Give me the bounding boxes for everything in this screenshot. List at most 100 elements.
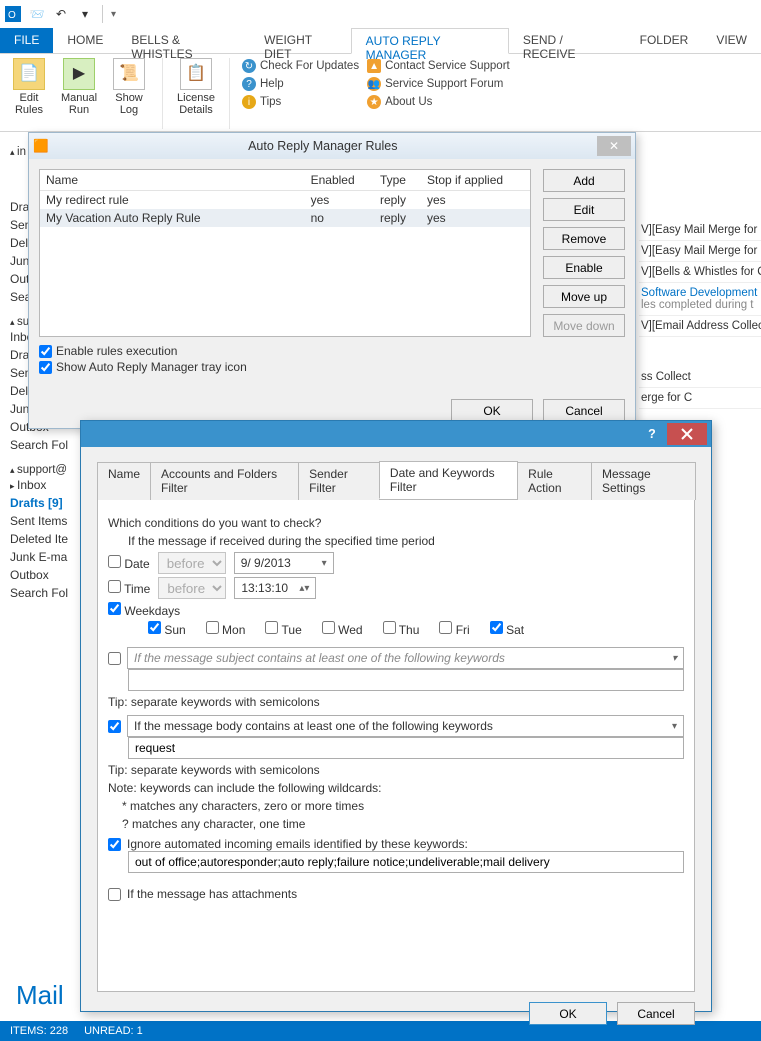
manual-run-button[interactable]: ▶Manual Run — [56, 58, 102, 116]
tab-send-receive[interactable]: SEND / RECEIVE — [509, 28, 626, 53]
date-picker[interactable]: 9/ 9/2013▾ — [234, 552, 334, 574]
tab-accounts[interactable]: Accounts and Folders Filter — [150, 462, 299, 500]
show-log-button[interactable]: 📜Show Log — [106, 58, 152, 116]
rules-dialog-icon: 🟧 — [33, 139, 49, 154]
customize-qat-icon[interactable]: ▾ — [76, 5, 94, 23]
check-updates-link[interactable]: ↻Check For Updates — [240, 58, 361, 74]
folder-search-2[interactable]: Search Fol — [10, 436, 80, 454]
send-receive-icon[interactable]: 📨 — [28, 5, 46, 23]
day-mon[interactable]: Mon — [206, 621, 246, 637]
show-tray-checkbox[interactable]: Show Auto Reply Manager tray icon — [29, 359, 635, 375]
wildcard-1: * matches any characters, zero or more t… — [122, 799, 684, 813]
tab-weight[interactable]: WEIGHT DIET — [250, 28, 351, 53]
tab-auto-reply[interactable]: AUTO REPLY MANAGER — [351, 28, 509, 54]
forum-link[interactable]: 👥Service Support Forum — [365, 76, 512, 92]
license-icon: 📋 — [180, 58, 212, 90]
subject-kw-input[interactable] — [128, 669, 684, 691]
enable-button[interactable]: Enable — [543, 256, 625, 279]
wildcard-2: ? matches any character, one time — [122, 817, 684, 831]
subject-kw-combo[interactable]: If the message subject contains at least… — [127, 647, 684, 669]
folder-outbox-3[interactable]: Outbox — [10, 566, 80, 584]
weekdays-checkbox[interactable]: Weekdays — [108, 602, 180, 618]
edit-rules-button[interactable]: 📄Edit Rules — [6, 58, 52, 116]
filter-tabs: Name Accounts and Folders Filter Sender … — [97, 461, 695, 500]
folder-drafts-3[interactable]: Drafts [9] — [10, 494, 80, 512]
table-row[interactable]: My Vacation Auto Reply Rulenoreplyyes — [40, 209, 530, 227]
forum-icon: 👥 — [367, 77, 381, 91]
rules-dialog: 🟧 Auto Reply Manager Rules ✕ Name Enable… — [28, 132, 636, 429]
add-button[interactable]: Add — [543, 169, 625, 192]
folder-group-support[interactable]: support@ — [10, 464, 80, 476]
ignore-auto-checkbox[interactable] — [108, 838, 121, 851]
day-fri[interactable]: Fri — [439, 621, 469, 637]
folder-search-3[interactable]: Search Fol — [10, 584, 80, 602]
quick-access-bar: O 📨 ↶ ▾ ▾ — [0, 0, 761, 28]
col-stop[interactable]: Stop if applied — [421, 170, 530, 191]
msg-row[interactable]: ss Collect — [639, 367, 761, 388]
tab-date-keywords[interactable]: Date and Keywords Filter — [379, 461, 518, 499]
undo-icon[interactable]: ↶ — [52, 5, 70, 23]
ignore-auto-input[interactable] — [128, 851, 684, 873]
tab-rule-action[interactable]: Rule Action — [517, 462, 592, 500]
cancel-button[interactable]: Cancel — [617, 1002, 695, 1025]
time-checkbox[interactable]: Time — [108, 580, 150, 596]
tab-file[interactable]: FILE — [0, 28, 53, 53]
body-kw-input[interactable] — [128, 737, 684, 759]
period-label: If the message if received during the sp… — [128, 534, 684, 548]
tab-view[interactable]: VIEW — [702, 28, 761, 53]
folder-junk-3[interactable]: Junk E-ma — [10, 548, 80, 566]
time-picker[interactable]: 13:13:10▴▾ — [234, 577, 316, 599]
folder-inbox-3[interactable]: ▸ Inbox — [10, 476, 80, 494]
day-thu[interactable]: Thu — [383, 621, 420, 637]
rules-table[interactable]: Name Enabled Type Stop if applied My red… — [39, 169, 531, 337]
ok-button[interactable]: OK — [451, 399, 533, 422]
col-enabled[interactable]: Enabled — [305, 170, 374, 191]
time-op-select: before — [158, 577, 226, 599]
tab-folder[interactable]: FOLDER — [626, 28, 703, 53]
date-checkbox[interactable]: Date — [108, 555, 150, 571]
edit-button[interactable]: Edit — [543, 198, 625, 221]
day-tue[interactable]: Tue — [265, 621, 301, 637]
ribbon-body: 📄Edit Rules ▶Manual Run 📜Show Log 📋Licen… — [0, 54, 761, 132]
ok-button[interactable]: OK — [529, 1002, 607, 1025]
contact-support-link[interactable]: ▲Contact Service Support — [365, 58, 512, 74]
tips-link[interactable]: iTips — [240, 94, 361, 110]
body-kw-checkbox[interactable] — [108, 720, 121, 733]
remove-button[interactable]: Remove — [543, 227, 625, 250]
tab-sender[interactable]: Sender Filter — [298, 462, 380, 500]
col-name[interactable]: Name — [40, 170, 305, 191]
folder-deleted-3[interactable]: Deleted Ite — [10, 530, 80, 548]
day-sun[interactable]: Sun — [148, 621, 186, 637]
ribbon-tabs: FILE HOME BELLS & WHISTLES WEIGHT DIET A… — [0, 28, 761, 54]
body-kw-combo[interactable]: If the message body contains at least on… — [127, 715, 684, 737]
tab-home[interactable]: HOME — [53, 28, 117, 53]
subject-kw-checkbox[interactable] — [108, 652, 121, 665]
msg-row[interactable]: Software Developmentles completed during… — [639, 283, 761, 316]
table-row[interactable]: My redirect ruleyesreplyyes — [40, 191, 530, 210]
msg-row[interactable]: V][Bells & Whistles for C — [639, 262, 761, 283]
col-type[interactable]: Type — [374, 170, 421, 191]
day-sat[interactable]: Sat — [490, 621, 524, 637]
folder-sent-3[interactable]: Sent Items — [10, 512, 80, 530]
help-icon[interactable]: ? — [637, 427, 667, 441]
msg-row[interactable]: V][Email Address Collect — [639, 316, 761, 337]
license-details-button[interactable]: 📋License Details — [173, 58, 219, 116]
nav-mail-label[interactable]: Mail — [16, 980, 64, 1011]
move-up-button[interactable]: Move up — [543, 285, 625, 308]
msg-row[interactable]: V][Easy Mail Merge for C — [639, 241, 761, 262]
msg-row[interactable]: erge for C — [639, 388, 761, 409]
msg-row[interactable]: V][Easy Mail Merge for C — [639, 220, 761, 241]
tab-bells[interactable]: BELLS & WHISTLES — [117, 28, 250, 53]
close-icon[interactable] — [667, 423, 707, 445]
about-link[interactable]: ★About Us — [365, 94, 512, 110]
day-wed[interactable]: Wed — [322, 621, 363, 637]
help-link[interactable]: ?Help — [240, 76, 361, 92]
attachments-checkbox[interactable] — [108, 888, 121, 901]
tab-msg-settings[interactable]: Message Settings — [591, 462, 696, 500]
cancel-button[interactable]: Cancel — [543, 399, 625, 422]
enable-rules-checkbox[interactable]: Enable rules execution — [29, 343, 635, 359]
conditions-label: Which conditions do you want to check? — [108, 516, 684, 530]
tab-name[interactable]: Name — [97, 462, 151, 500]
qat-overflow-icon[interactable]: ▾ — [111, 9, 116, 20]
close-icon[interactable]: ✕ — [597, 136, 631, 156]
